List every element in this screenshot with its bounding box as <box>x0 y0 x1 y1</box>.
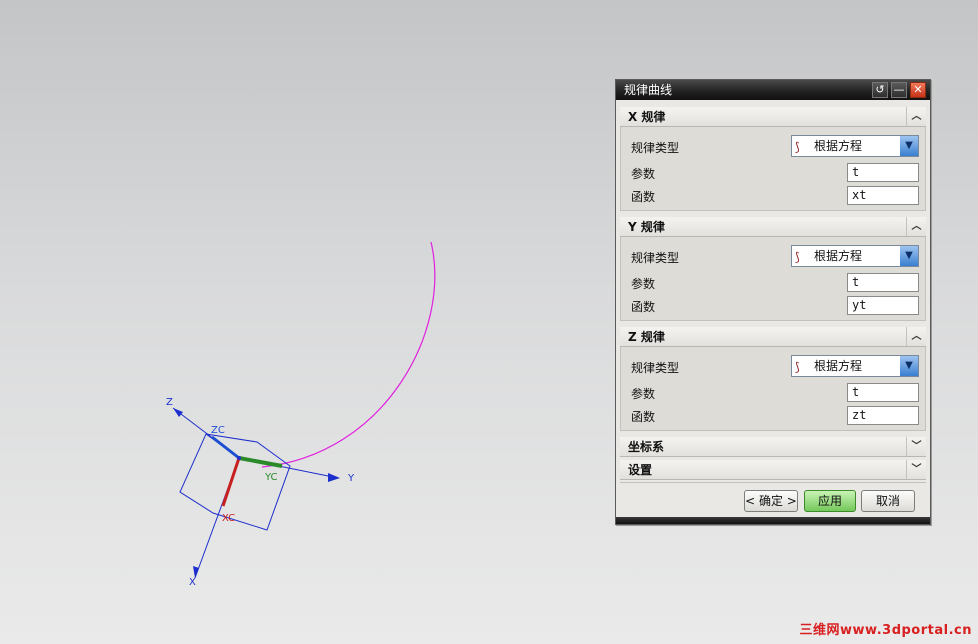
law-curve-dialog: 规律曲线 ↺ — ✕ X 规律 ︿ 规律类型 ⟆ 根据方程 ▼ 参数 t 函数 … <box>615 79 931 525</box>
z-axis-label: Z <box>166 397 173 408</box>
wcs-zc-arrow[interactable] <box>211 435 240 460</box>
watermark: 三维网www.3dportal.cn <box>799 623 972 638</box>
law-curve[interactable] <box>261 241 436 468</box>
footer-divider <box>620 482 926 483</box>
y-law-title: Y 规律 <box>628 220 665 234</box>
y-law-header[interactable]: Y 规律 ︿ <box>620 217 926 237</box>
z-law-type-label: 规律类型 <box>631 361 680 375</box>
y-law-type-value: 根据方程 <box>814 249 863 263</box>
x-law-body: 规律类型 ⟆ 根据方程 ▼ 参数 t 函数 xt <box>620 127 926 211</box>
reset-icon[interactable]: ↺ <box>872 82 888 98</box>
dialog-title: 规律曲线 <box>624 83 673 97</box>
law-type-icon: ⟆ <box>795 140 800 154</box>
x-law-param-input[interactable]: t <box>847 163 919 182</box>
settings-title: 设置 <box>628 463 653 477</box>
expand-chevron-down-icon[interactable]: ﹀ <box>906 437 926 456</box>
z-law-type-value: 根据方程 <box>814 359 863 373</box>
ok-button[interactable]: < 确定 > <box>744 490 798 512</box>
collapse-chevron-up-icon[interactable]: ︿ <box>906 217 926 236</box>
z-law-title: Z 规律 <box>628 330 665 344</box>
z-law-param-label: 参数 <box>631 387 656 401</box>
z-law-func-input[interactable]: zt <box>847 406 919 425</box>
y-law-param-label: 参数 <box>631 277 656 291</box>
wcs-yc-arrow[interactable] <box>238 456 283 468</box>
x-law-type-select[interactable]: ⟆ 根据方程 ▼ <box>791 135 919 157</box>
y-axis-label: Y <box>347 473 355 484</box>
coordinate-system-title: 坐标系 <box>628 440 665 454</box>
minimize-icon[interactable]: — <box>891 82 907 98</box>
yc-axis-label: YC <box>264 472 278 483</box>
y-law-type-label: 规律类型 <box>631 251 680 265</box>
zc-axis-label: ZC <box>211 425 225 436</box>
y-law-type-select[interactable]: ⟆ 根据方程 ▼ <box>791 245 919 267</box>
law-type-icon: ⟆ <box>795 250 800 264</box>
y-law-func-label: 函数 <box>631 300 656 314</box>
wcs-origin[interactable] <box>237 456 241 460</box>
apply-button[interactable]: 应用 <box>804 490 856 512</box>
x-law-title: X 规律 <box>628 110 666 124</box>
dialog-bottom-bar <box>616 517 930 524</box>
z-law-param-input[interactable]: t <box>847 383 919 402</box>
cancel-button[interactable]: 取消 <box>861 490 915 512</box>
y-law-func-input[interactable]: yt <box>847 296 919 315</box>
z-law-func-label: 函数 <box>631 410 656 424</box>
x-axis-label: X <box>189 577 196 588</box>
z-law-body: 规律类型 ⟆ 根据方程 ▼ 参数 t 函数 zt <box>620 347 926 431</box>
expand-chevron-down-icon[interactable]: ﹀ <box>906 460 926 479</box>
dropdown-arrow-icon[interactable]: ▼ <box>900 246 918 266</box>
dropdown-arrow-icon[interactable]: ▼ <box>900 136 918 156</box>
z-arrow <box>173 408 183 417</box>
z-law-header[interactable]: Z 规律 ︿ <box>620 327 926 347</box>
absolute-axes <box>172 407 339 579</box>
dialog-titlebar[interactable]: 规律曲线 ↺ — ✕ <box>616 80 930 100</box>
x-law-type-value: 根据方程 <box>814 139 863 153</box>
wcs-xc-arrow[interactable] <box>221 457 241 507</box>
x-law-func-label: 函数 <box>631 190 656 204</box>
x-law-type-label: 规律类型 <box>631 141 680 155</box>
dropdown-arrow-icon[interactable]: ▼ <box>900 356 918 376</box>
x-law-param-label: 参数 <box>631 167 656 181</box>
collapse-chevron-up-icon[interactable]: ︿ <box>906 107 926 126</box>
x-law-header[interactable]: X 规律 ︿ <box>620 107 926 127</box>
settings-header[interactable]: 设置 ﹀ <box>620 460 926 480</box>
law-type-icon: ⟆ <box>795 360 800 374</box>
close-icon[interactable]: ✕ <box>910 82 926 98</box>
y-arrow <box>328 473 340 482</box>
z-law-type-select[interactable]: ⟆ 根据方程 ▼ <box>791 355 919 377</box>
x-law-func-input[interactable]: xt <box>847 186 919 205</box>
coordinate-system-header[interactable]: 坐标系 ﹀ <box>620 437 926 457</box>
collapse-chevron-up-icon[interactable]: ︿ <box>906 327 926 346</box>
y-law-body: 规律类型 ⟆ 根据方程 ▼ 参数 t 函数 yt <box>620 237 926 321</box>
y-law-param-input[interactable]: t <box>847 273 919 292</box>
xc-axis-label: XC <box>222 513 235 524</box>
